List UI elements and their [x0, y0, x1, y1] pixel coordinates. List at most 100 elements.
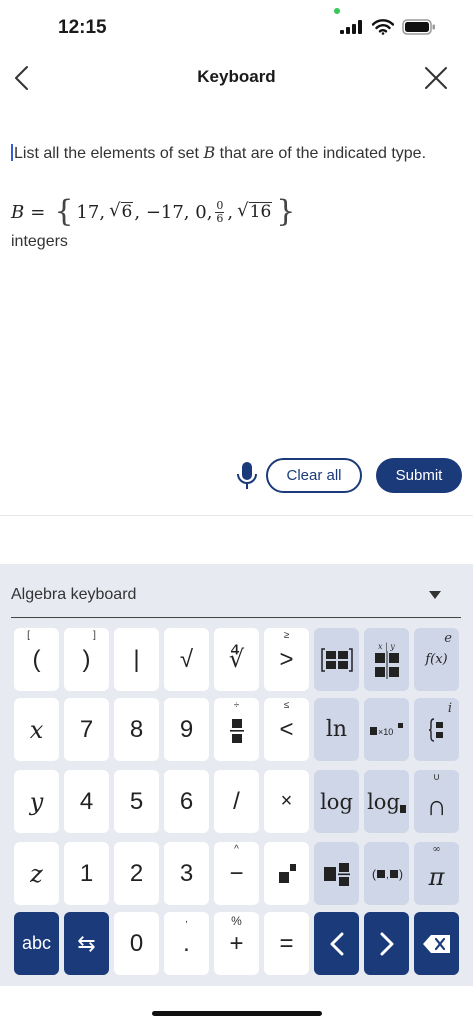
key-0[interactable]: 0 — [114, 912, 159, 975]
equals-sign: = — [30, 201, 46, 223]
svg-text:,: , — [386, 870, 389, 881]
status-bar: 12:15 — [0, 0, 473, 56]
key-fraction[interactable]: ÷ — [214, 698, 259, 761]
right-brace: } — [276, 194, 296, 229]
page-title: Keyboard — [197, 67, 276, 86]
svg-text:×10: ×10 — [378, 727, 393, 737]
svg-text:x | y: x | y — [378, 642, 395, 651]
key-swap[interactable]: ⇆ — [64, 912, 109, 975]
instruction-start: List all the elements of set — [14, 145, 204, 162]
set-element-sqrt6: √ 6 — [109, 200, 134, 223]
key-equals[interactable]: = — [264, 912, 309, 975]
set-comma: , — [227, 201, 234, 223]
arrow-right-icon — [380, 932, 393, 955]
backspace-icon — [422, 934, 450, 953]
key-6[interactable]: 6 — [164, 770, 209, 833]
algebra-keyboard: Algebra keyboard [ ( ] ) | √ ∜ ≥ > x | y… — [0, 564, 473, 986]
key-imaginary[interactable]: i — [414, 698, 459, 761]
key-8[interactable]: 8 — [114, 698, 159, 761]
key-absolute-value[interactable]: | — [114, 628, 159, 691]
key-nth-root[interactable]: ∜ — [214, 628, 259, 691]
instruction-end: that are of the indicated type. — [215, 145, 427, 162]
keyboard-title: Algebra keyboard — [11, 586, 137, 603]
set-elements-middle: , −17, 0, — [134, 201, 213, 223]
home-indicator[interactable] — [152, 1011, 322, 1016]
key-square-root[interactable]: √ — [164, 628, 209, 691]
clear-all-button[interactable]: Clear all — [266, 458, 362, 493]
key-7[interactable]: 7 — [64, 698, 109, 761]
mixed-number-icon — [323, 862, 350, 886]
key-3[interactable]: 3 — [164, 842, 209, 905]
cellular-signal-icon — [340, 20, 362, 34]
set-element-fraction: 0 6 — [215, 198, 225, 225]
microphone-icon — [237, 462, 257, 489]
key-y[interactable]: y — [14, 770, 59, 833]
microphone-button[interactable] — [232, 459, 262, 493]
key-less-than[interactable]: ≤ < — [264, 698, 309, 761]
key-scientific-notation[interactable]: ×10 — [364, 698, 409, 761]
close-button[interactable] — [420, 62, 452, 94]
key-backspace[interactable] — [414, 912, 459, 975]
status-time: 12:15 — [58, 17, 107, 38]
answer-type-label: integers — [11, 233, 68, 250]
key-greater-than[interactable]: ≥ > — [264, 628, 309, 691]
question-text: List all the elements of set B that are … — [11, 140, 461, 167]
key-cursor-right[interactable] — [364, 912, 409, 975]
keyboard-title-underline — [11, 617, 461, 618]
key-decimal[interactable]: , . — [164, 912, 209, 975]
text-cursor — [11, 144, 13, 161]
battery-icon — [402, 19, 435, 35]
key-log[interactable]: log — [314, 770, 359, 833]
key-piecewise[interactable]: x | y — [364, 628, 409, 691]
left-brace: { — [54, 194, 74, 229]
key-log-base[interactable]: log — [364, 770, 409, 833]
key-interval[interactable]: ( , ) — [364, 842, 409, 905]
key-matrix[interactable] — [314, 628, 359, 691]
key-times[interactable]: × — [264, 770, 309, 833]
svg-text:): ) — [399, 867, 403, 881]
svg-text:(: ( — [372, 867, 376, 881]
privacy-indicator-dot — [334, 8, 340, 14]
key-natural-log[interactable]: ln — [314, 698, 359, 761]
set-element-17: 17, — [76, 201, 106, 223]
keyboard-collapse-icon[interactable] — [428, 590, 442, 600]
key-5[interactable]: 5 — [114, 770, 159, 833]
fraction-icon — [229, 718, 244, 743]
scientific-notation-icon: ×10 — [369, 722, 403, 737]
key-intersection[interactable]: ∪ ∩ — [414, 770, 459, 833]
screen: 12:15 Keyboard List all the elements of … — [0, 0, 473, 1024]
submit-button[interactable]: Submit — [376, 458, 462, 493]
arrow-left-icon — [330, 932, 343, 955]
key-minus[interactable]: ^ − — [214, 842, 259, 905]
matrix-icon — [320, 647, 353, 672]
key-x[interactable]: x — [14, 698, 59, 761]
system-of-equations-icon — [428, 717, 443, 742]
key-function[interactable]: e f(x) — [414, 628, 459, 691]
set-element-sqrt16: √ 16 — [237, 200, 273, 223]
close-icon — [425, 67, 447, 89]
key-1[interactable]: 1 — [64, 842, 109, 905]
interval-icon: ( , ) — [372, 867, 403, 881]
piecewise-grid-icon: x | y — [374, 642, 399, 679]
key-2[interactable]: 2 — [114, 842, 159, 905]
divider — [0, 515, 473, 516]
key-4[interactable]: 4 — [64, 770, 109, 833]
key-slash[interactable]: / — [214, 770, 259, 833]
swap-icon: ⇆ — [77, 930, 96, 956]
key-cursor-left[interactable] — [314, 912, 359, 975]
key-z[interactable]: z — [14, 842, 59, 905]
key-close-paren[interactable]: ] ) — [64, 628, 109, 691]
subscript-placeholder-icon — [399, 804, 406, 813]
key-mixed-number[interactable] — [314, 842, 359, 905]
key-open-paren[interactable]: [ ( — [14, 628, 59, 691]
nav-bar: Keyboard — [0, 56, 473, 100]
set-expression: B = { 17, √ 6 , −17, 0, 0 6 , √ 16 } — [11, 192, 298, 232]
set-variable: B — [203, 143, 216, 162]
key-exponent[interactable] — [264, 842, 309, 905]
key-plus[interactable]: % + — [214, 912, 259, 975]
wifi-icon — [372, 19, 394, 35]
key-pi[interactable]: ∞ π — [414, 842, 459, 905]
exponent-icon — [278, 863, 296, 883]
key-abc[interactable]: abc — [14, 912, 59, 975]
key-9[interactable]: 9 — [164, 698, 209, 761]
